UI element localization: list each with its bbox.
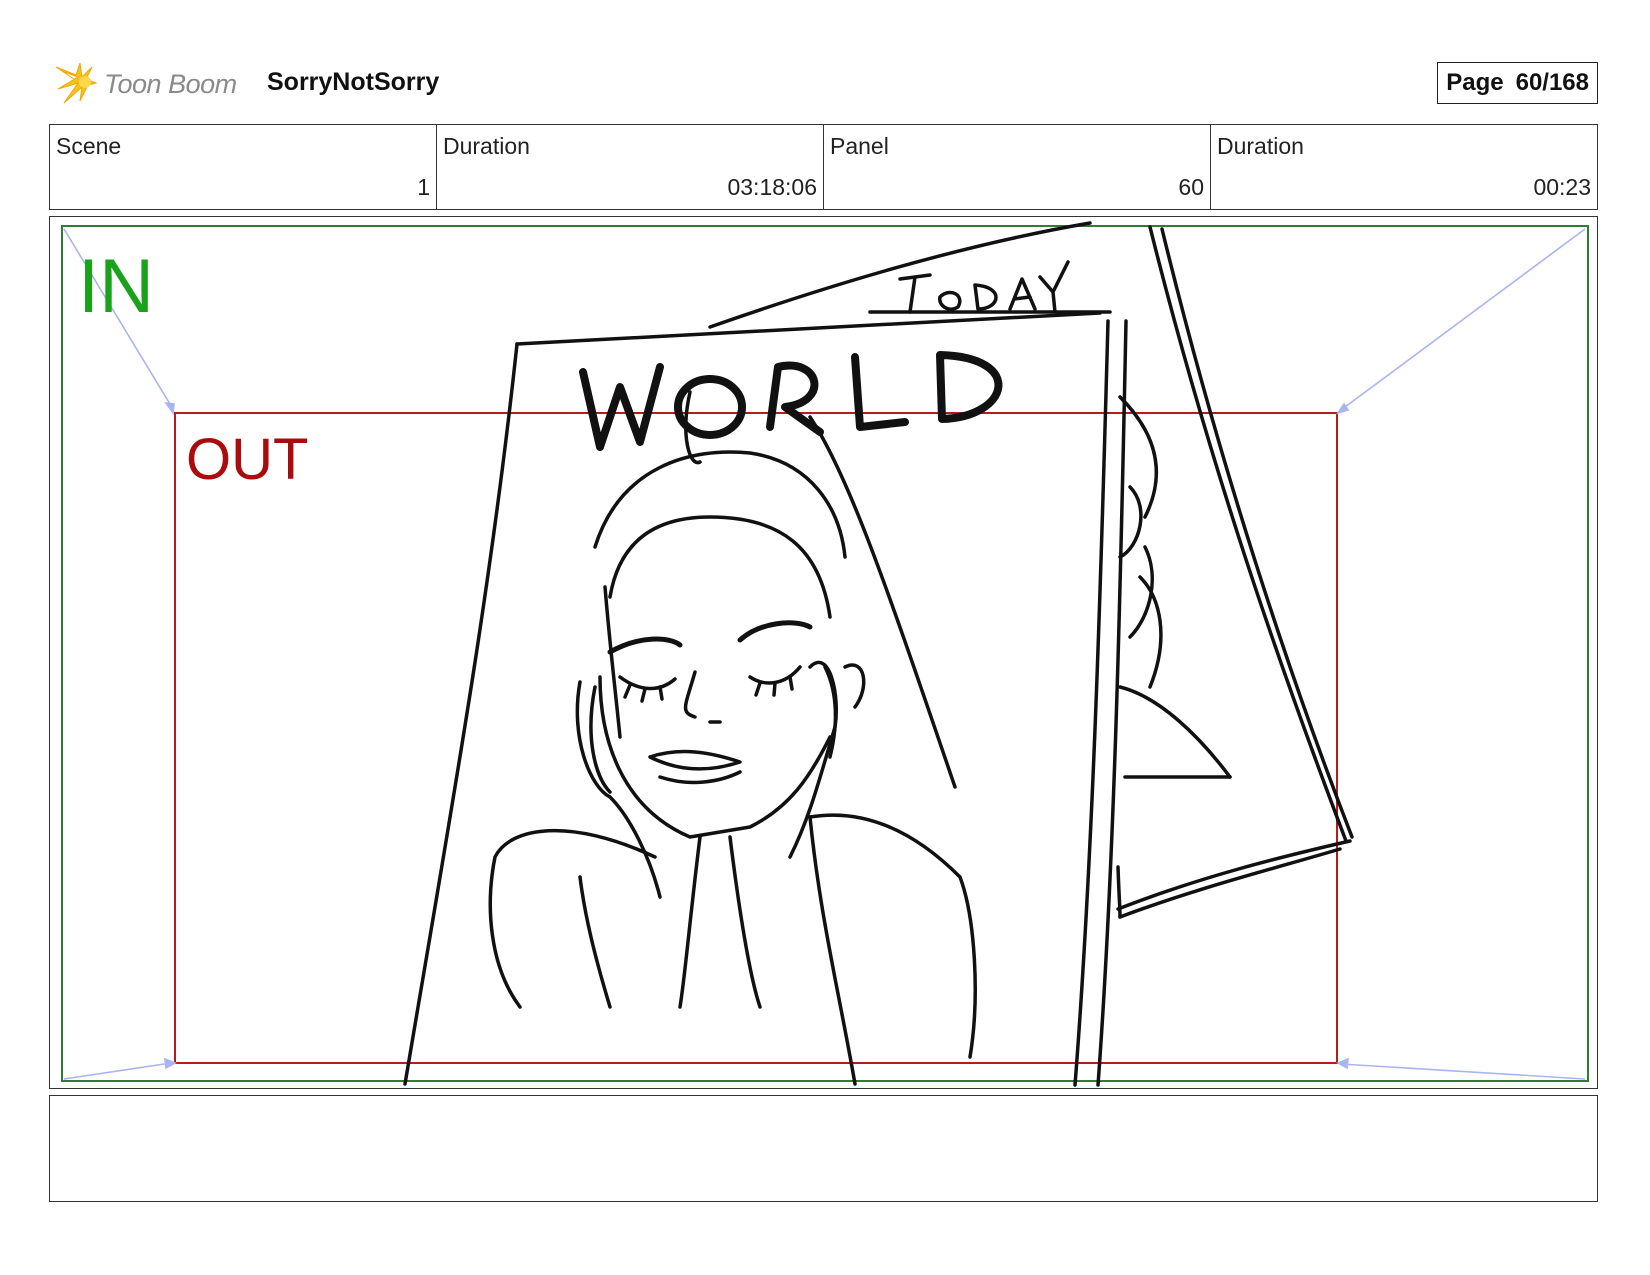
panel-duration-cell: Duration 00:23 <box>1211 125 1597 209</box>
out-label: OUT <box>186 427 309 492</box>
out-camera-frame <box>174 412 1338 1064</box>
camera-move-arrows <box>63 228 1586 1080</box>
project-title: SorryNotSorry <box>267 68 440 96</box>
toon-boom-logo: Toon Boom <box>52 58 237 110</box>
in-camera-frame <box>61 225 1589 1082</box>
panel-drawing <box>61 221 1589 1087</box>
storyboard-header: Toon Boom SorryNotSorry Page 60/168 <box>52 56 1598 112</box>
scene-duration-cell: Duration 03:18:06 <box>437 125 824 209</box>
in-label: IN <box>78 244 154 329</box>
panel-drawing-frame: IN OUT <box>49 216 1598 1089</box>
scene-cell: Scene 1 <box>50 125 437 209</box>
scene-value: 1 <box>417 174 430 200</box>
logo-text: Toon Boom <box>104 68 237 99</box>
scene-label: Scene <box>56 133 122 159</box>
panel-cell: Panel 60 <box>824 125 1211 209</box>
page-number: 60/168 <box>1515 69 1589 96</box>
panel-value: 60 <box>1178 174 1204 200</box>
page-indicator: Page 60/168 <box>1437 62 1598 104</box>
magazine-sketch <box>403 221 1354 1087</box>
scene-duration-value: 03:18:06 <box>727 174 817 200</box>
panel-duration-value: 00:23 <box>1533 174 1591 200</box>
panel-notes-box[interactable] <box>49 1095 1598 1202</box>
panel-label: Panel <box>830 133 889 159</box>
page-label: Page <box>1446 69 1504 96</box>
panel-duration-label: Duration <box>1217 133 1304 159</box>
scene-duration-label: Duration <box>443 133 530 159</box>
panel-info-table: Scene 1 Duration 03:18:06 Panel 60 Durat… <box>49 124 1598 210</box>
toon-boom-star-icon <box>55 62 98 104</box>
